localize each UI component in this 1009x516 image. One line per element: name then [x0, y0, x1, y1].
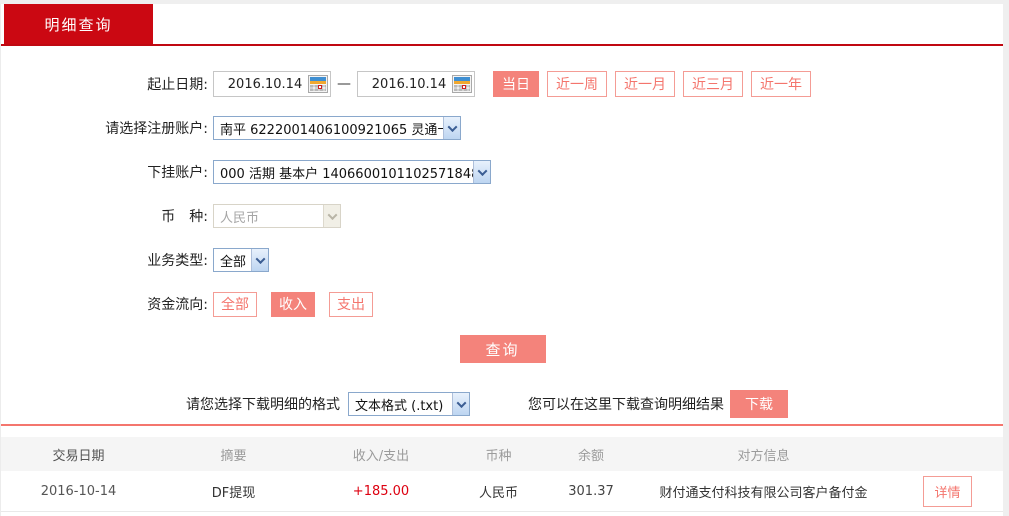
- download-format-value: 文本格式 (.txt): [355, 398, 444, 414]
- cell-counterparty: 财付通支付科技有限公司客户备付金: [659, 485, 868, 501]
- quick-range-quarter-button[interactable]: 近三月: [683, 71, 743, 97]
- section-divider: [1, 424, 1003, 426]
- registered-account-label: 请选择注册账户:: [105, 121, 208, 137]
- sub-account-value: 000 活期 基本户 1406600101102571848: [220, 166, 473, 182]
- quick-range-year-button[interactable]: 近一年: [751, 71, 811, 97]
- chevron-down-icon: [251, 249, 268, 271]
- header-date: 交易日期: [52, 448, 105, 464]
- chevron-down-icon: [473, 161, 490, 183]
- calendar-icon-day-dot: [462, 85, 466, 89]
- date-range-label: 起止日期:: [147, 77, 208, 93]
- end-date-input[interactable]: 2016.10.14: [357, 71, 475, 97]
- detail-query-panel: 明细查询 起止日期: 2016.10.14 — 2016.10.14 当日 近一…: [0, 4, 1003, 516]
- currency-value: 人民币: [220, 210, 260, 226]
- quick-range-week-button[interactable]: 近一周: [547, 71, 607, 97]
- sub-account-label: 下挂账户:: [147, 165, 208, 181]
- calendar-icon-day-dot: [318, 85, 322, 89]
- cell-currency: [451, 512, 546, 513]
- table-row-partial: 财付通支付科技有限公司客户备付金: [1, 512, 1003, 516]
- download-button[interactable]: 下载: [730, 390, 788, 418]
- chevron-down-icon: [443, 117, 460, 139]
- download-format-label: 请您选择下载明细的格式: [186, 397, 340, 413]
- start-date-value: 2016.10.14: [227, 76, 303, 92]
- cell-currency: 人民币: [478, 485, 518, 501]
- currency-select: 人民币: [213, 204, 341, 228]
- cell-amount: [311, 512, 451, 513]
- sub-account-row: 下挂账户: 000 活期 基本户 1406600101102571848: [1, 150, 1003, 194]
- tab-detail-query[interactable]: 明细查询: [4, 4, 153, 44]
- download-format-select[interactable]: 文本格式 (.txt): [348, 392, 470, 416]
- date-range-separator: —: [337, 76, 351, 92]
- fund-flow-row: 资金流向: 全部 收入 支出: [1, 282, 1003, 326]
- currency-row: 币 种: 人民币: [1, 194, 1003, 238]
- download-hint: 您可以在这里下载查询明细结果: [528, 397, 724, 413]
- download-row: 请您选择下载明细的格式 文本格式 (.txt) 您可以在这里下载查询明细结果 下…: [1, 390, 1003, 418]
- date-range-row: 起止日期: 2016.10.14 — 2016.10.14 当日 近一周 近一月…: [1, 62, 1003, 106]
- start-date-input[interactable]: 2016.10.14: [213, 71, 331, 97]
- business-type-row: 业务类型: 全部: [1, 238, 1003, 282]
- quick-range-today-button[interactable]: 当日: [493, 71, 539, 97]
- calendar-icon[interactable]: [308, 75, 328, 93]
- sub-account-select[interactable]: 000 活期 基本户 1406600101102571848: [213, 160, 491, 184]
- header-currency: 币种: [485, 448, 512, 464]
- cell-counterparty: 财付通支付科技有限公司客户备付金: [636, 512, 891, 516]
- cell-date: 2016-10-14: [40, 483, 117, 499]
- cell-summary: DF提现: [211, 485, 256, 501]
- query-form: 起止日期: 2016.10.14 — 2016.10.14 当日 近一周 近一月…: [1, 46, 1003, 516]
- registered-account-select[interactable]: 南平 6222001406100921065 灵通卡: [213, 116, 461, 140]
- cell-balance: [546, 512, 636, 513]
- cell-summary: [156, 512, 311, 513]
- cell-date: [1, 512, 156, 513]
- end-date-value: 2016.10.14: [371, 76, 447, 92]
- chevron-down-icon: [452, 393, 469, 415]
- registered-account-value: 南平 6222001406100921065 灵通卡: [220, 122, 443, 138]
- business-type-select[interactable]: 全部: [213, 248, 269, 272]
- fund-flow-income-button[interactable]: 收入: [271, 291, 315, 317]
- table-row: 2016-10-14 DF提现 +185.00 人民币 301.37 财付通支付…: [1, 471, 1003, 512]
- business-type-value: 全部: [220, 254, 247, 270]
- cell-balance: 301.37: [568, 483, 614, 499]
- header-summary: 摘要: [220, 448, 247, 464]
- registered-account-row: 请选择注册账户: 南平 6222001406100921065 灵通卡: [1, 106, 1003, 150]
- fund-flow-expense-button[interactable]: 支出: [329, 291, 373, 317]
- fund-flow-all-button[interactable]: 全部: [213, 291, 257, 317]
- quick-range-buttons: 当日 近一周 近一月 近三月 近一年: [485, 71, 811, 97]
- calendar-icon[interactable]: [452, 75, 472, 93]
- tab-label: 明细查询: [44, 15, 113, 34]
- calendar-icon-stripe: [310, 81, 326, 84]
- header-amount: 收入/支出: [352, 448, 410, 464]
- detail-button[interactable]: 详情: [923, 475, 972, 507]
- quick-range-month-button[interactable]: 近一月: [615, 71, 675, 97]
- calendar-icon-stripe: [454, 81, 470, 84]
- chevron-down-icon: [323, 205, 340, 227]
- business-type-label: 业务类型:: [147, 253, 208, 269]
- currency-label: 币 种:: [161, 209, 208, 225]
- cell-amount: +185.00: [352, 483, 410, 499]
- header-balance: 余额: [577, 448, 604, 464]
- fund-flow-label: 资金流向:: [147, 297, 208, 313]
- query-button[interactable]: 查询: [459, 335, 546, 363]
- header-counterparty: 对方信息: [737, 448, 790, 464]
- table-header: 交易日期 摘要 收入/支出 币种 余额 对方信息: [1, 437, 1003, 471]
